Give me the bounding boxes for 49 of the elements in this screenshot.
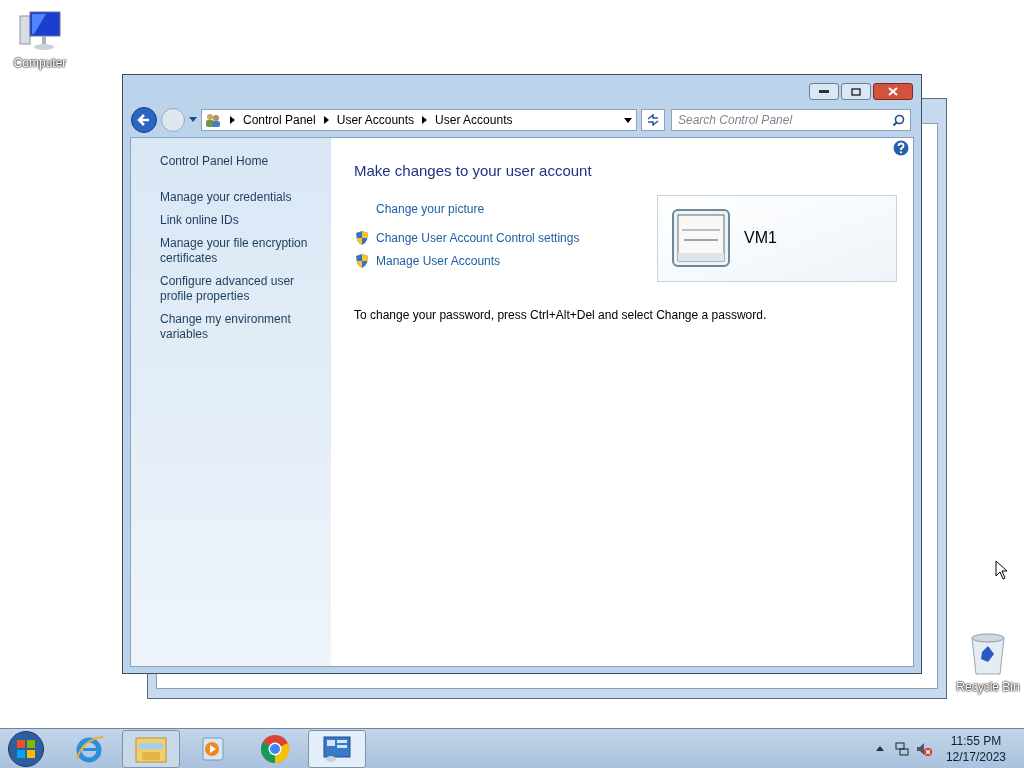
chevron-icon[interactable]: [323, 116, 329, 124]
search-field[interactable]: Search Control Panel: [671, 109, 911, 131]
task-link[interactable]: Change your picture: [376, 199, 485, 218]
users-icon: [204, 112, 222, 128]
play-icon: [199, 734, 227, 763]
sidebar-link[interactable]: Control Panel Home: [160, 152, 327, 170]
maximize-button[interactable]: [841, 83, 871, 100]
clock-date[interactable]: 12/17/2023: [945, 748, 1006, 765]
sidebar-link[interactable]: Link online IDs: [160, 213, 327, 228]
breadcrumb-item[interactable]: User Accounts: [336, 111, 415, 129]
sidebar-link[interactable]: Manage your file encryption certificates: [160, 236, 327, 266]
caret-up-icon[interactable]: [875, 746, 884, 751]
clock-time[interactable]: 11:55 PM: [950, 732, 1002, 749]
page-heading: Make changes to your user account: [354, 161, 593, 181]
breadcrumb-item[interactable]: Control Panel: [243, 111, 316, 129]
shield-icon: [354, 229, 370, 246]
sidebar-link[interactable]: Configure advanced user profile properties: [160, 274, 327, 304]
start-button[interactable]: [8, 730, 44, 767]
mouse-cursor-icon: [995, 560, 1008, 580]
chevron-icon[interactable]: [422, 116, 428, 124]
password-note: To change your password, press Ctrl+Alt+Del and select Change a password.: [354, 306, 768, 324]
back-button[interactable]: [131, 107, 157, 133]
maximize-icon: [851, 87, 861, 96]
address-bar[interactable]: Control Panel User Accounts User Accounts: [201, 109, 637, 131]
close-button[interactable]: [873, 83, 913, 100]
recycle-bin-icon: [968, 632, 1008, 678]
minimize-button[interactable]: [809, 83, 839, 100]
sidebar-link[interactable]: Manage your credentials: [160, 190, 327, 205]
taskbar-button[interactable]: [308, 729, 366, 768]
desktop-icon-label[interactable]: Computer: [13, 54, 67, 72]
control-panel-icon: [321, 733, 353, 764]
sidebar-link[interactable]: Change my environment variables: [160, 312, 327, 342]
task-link[interactable]: Change User Account Control settings: [376, 228, 580, 247]
breadcrumb-item[interactable]: User Accounts: [435, 111, 513, 129]
back-arrow-icon: [137, 113, 151, 127]
refresh-button[interactable]: [641, 109, 665, 131]
minimize-icon: [819, 90, 829, 93]
windows-logo-icon: [16, 738, 36, 759]
chevron-icon[interactable]: [230, 116, 235, 124]
search-icon: [892, 114, 905, 127]
account-name: VM1: [744, 228, 777, 248]
close-icon: [888, 87, 898, 96]
shield-icon: [354, 252, 370, 269]
chrome-icon: [259, 732, 291, 765]
help-icon[interactable]: [893, 140, 909, 156]
refresh-icon: [646, 114, 660, 126]
network-icon[interactable]: [893, 740, 910, 757]
desktop-icon-label[interactable]: Recycle Bin: [956, 678, 1020, 696]
task-link[interactable]: Manage User Accounts: [376, 251, 501, 270]
